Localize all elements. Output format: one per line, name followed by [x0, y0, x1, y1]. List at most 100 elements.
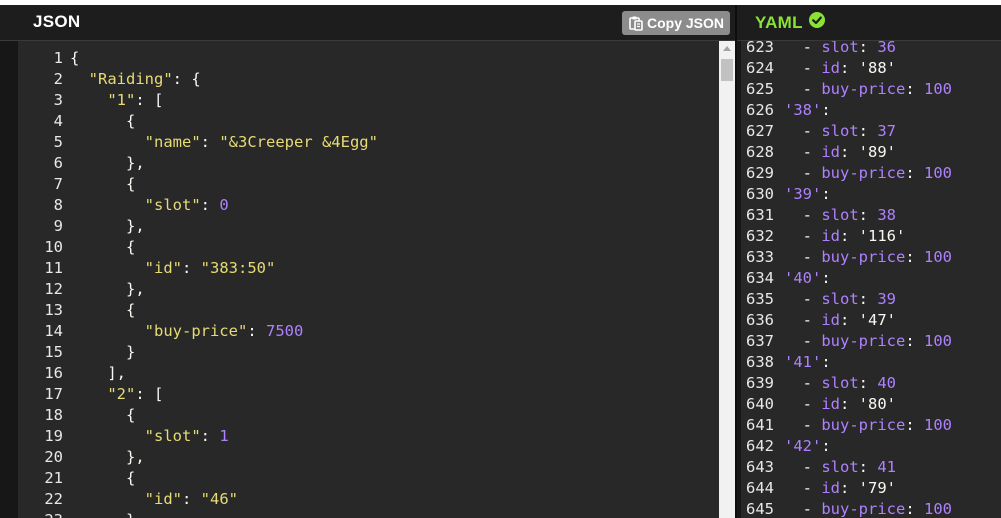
json-code-line: 2 "Raiding": { [18, 69, 719, 90]
yaml-token: : [905, 248, 924, 266]
yaml-token: : [821, 353, 831, 371]
yaml-line-number: 627 [746, 122, 774, 140]
json-line-code: "id": "46" [70, 489, 238, 510]
yaml-token: id [821, 59, 840, 77]
yaml-token: 40 [877, 374, 896, 392]
yaml-code-line: 627 - slot: 37 [741, 121, 1001, 142]
yaml-line-number: 636 [746, 311, 774, 329]
yaml-token: id [821, 479, 840, 497]
json-line-number: 7 [53, 175, 63, 193]
yaml-token: - [784, 59, 822, 77]
yaml-code-line: 626 '38': [741, 100, 1001, 121]
yaml-line-code: '41': [784, 352, 831, 373]
yaml-token: id [821, 227, 840, 245]
yaml-token: : [840, 227, 859, 245]
yaml-code-line: 639 - slot: 40 [741, 373, 1001, 394]
json-line-code: } [70, 510, 135, 518]
json-token: { [70, 301, 136, 319]
json-code-lines: 1{2 "Raiding": {3 "1": [4 {5 "name": "&3… [18, 48, 719, 518]
json-line-number: 21 [44, 469, 63, 487]
yaml-line-number: 630 [746, 185, 774, 203]
yaml-token: : [905, 500, 924, 518]
yaml-line-code: - id: '79' [784, 478, 896, 499]
json-token: }, [70, 448, 145, 466]
yaml-token: : [840, 59, 859, 77]
yaml-line-number: 635 [746, 290, 774, 308]
yaml-line-number: 623 [746, 41, 774, 56]
copy-json-button[interactable]: Copy JSON [622, 11, 730, 35]
json-token: "383:50" [200, 259, 276, 277]
yaml-token: buy-price [821, 248, 906, 266]
yaml-code-line: 623 - slot: 36 [741, 41, 1001, 58]
json-line-number: 16 [44, 364, 63, 382]
yaml-token: slot [821, 458, 859, 476]
json-token: "slot" [144, 427, 201, 445]
json-token: { [70, 406, 136, 424]
json-code-line: 18 { [18, 405, 719, 426]
scroll-up-arrow-icon[interactable] [723, 46, 731, 51]
json-token: 1 [219, 427, 229, 445]
yaml-line-code: '40': [784, 268, 831, 289]
yaml-line-number: 637 [746, 332, 774, 350]
json-line-number: 18 [44, 406, 63, 424]
yaml-token: '42' [784, 437, 822, 455]
json-line-code: { [70, 237, 135, 258]
json-code-line: 15 } [18, 342, 719, 363]
json-line-number: 1 [53, 49, 63, 67]
yaml-token: : [821, 269, 831, 287]
yaml-editor[interactable]: 623 - slot: 36 624 - id: '88' 625 - buy-pr… [741, 41, 1001, 518]
yaml-token: '41' [784, 353, 822, 371]
check-circle-icon [808, 12, 825, 33]
json-vertical-scrollbar[interactable] [719, 41, 735, 518]
json-line-code: { [70, 111, 135, 132]
yaml-line-code: - slot: 38 [784, 205, 896, 226]
yaml-token: - [784, 41, 822, 56]
yaml-token: 37 [877, 122, 896, 140]
json-editor[interactable]: 1{2 "Raiding": {3 "1": [4 {5 "name": "&3… [18, 41, 719, 518]
json-token: }, [70, 280, 145, 298]
json-token: }, [70, 217, 145, 235]
json-line-code: { [70, 405, 135, 426]
json-token: "46" [200, 490, 238, 508]
copy-json-label: Copy JSON [647, 15, 725, 31]
json-line-code: { [70, 300, 135, 321]
json-line-code: }, [70, 447, 145, 468]
yaml-line-code: - id: '80' [784, 394, 896, 415]
json-code-line: 3 "1": [ [18, 90, 719, 111]
yaml-code-line: 625 - buy-price: 100 [741, 79, 1001, 100]
json-token: } [70, 343, 136, 361]
json-line-number: 19 [44, 427, 63, 445]
yaml-token: 100 [924, 80, 952, 98]
json-line-code: "slot": 0 [70, 195, 229, 216]
json-token: : [181, 490, 201, 508]
yaml-token: - [784, 479, 822, 497]
yaml-token: - [784, 164, 822, 182]
yaml-token: - [784, 227, 822, 245]
yaml-token: - [784, 122, 822, 140]
yaml-code-line: 632 - id: '116' [741, 226, 1001, 247]
yaml-token: buy-price [821, 164, 906, 182]
json-line-number: 14 [44, 322, 63, 340]
yaml-token: : [905, 332, 924, 350]
yaml-line-number: 628 [746, 143, 774, 161]
yaml-line-number: 626 [746, 101, 774, 119]
json-line-number: 9 [53, 217, 63, 235]
yaml-token: slot [821, 122, 859, 140]
json-code-line: 10 { [18, 237, 719, 258]
yaml-token: buy-price [821, 80, 906, 98]
yaml-line-code: - slot: 37 [784, 121, 896, 142]
json-line-code: "Raiding": { [70, 69, 201, 90]
yaml-token: : [858, 458, 878, 476]
yaml-token: : [858, 122, 878, 140]
yaml-token: 39 [877, 290, 896, 308]
yaml-token: '38' [784, 101, 822, 119]
yaml-line-code: '39': [784, 184, 831, 205]
json-token: 7500 [265, 322, 304, 340]
json-line-number: 2 [53, 70, 63, 88]
scrollbar-thumb[interactable] [721, 59, 733, 81]
yaml-panel: YAML 623 - slot: 36 624 - id: '88' 625 - b… [737, 5, 1001, 518]
yaml-line-number: 640 [746, 395, 774, 413]
yaml-token: '89' [858, 143, 896, 161]
